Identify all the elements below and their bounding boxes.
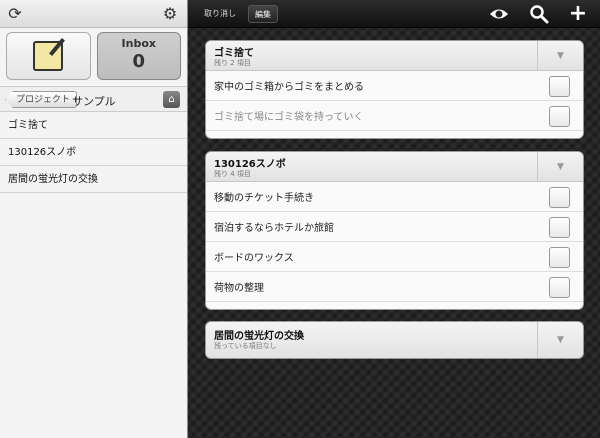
- inbox-count: 0: [132, 51, 146, 72]
- search-icon[interactable]: [528, 3, 550, 25]
- card-title: 130126スノボ: [214, 159, 286, 170]
- card-title: ゴミ捨て: [214, 48, 254, 59]
- task-checkbox[interactable]: [549, 76, 570, 97]
- task-card: 居間の蛍光灯の交換 残っている項目なし ▼: [205, 321, 584, 359]
- task-text: ゴミ捨て場にゴミ袋を持っていく: [214, 112, 364, 123]
- main-toolbar: 取り消し 編集 +: [188, 0, 600, 28]
- gear-icon[interactable]: ⚙: [160, 4, 180, 24]
- back-button[interactable]: プロジェクト: [5, 91, 78, 108]
- refresh-icon[interactable]: ⟳: [5, 4, 25, 24]
- task-row[interactable]: ボードのワックス: [206, 242, 583, 272]
- card-header[interactable]: ゴミ捨て 残り 2 項目 ▼: [206, 41, 583, 71]
- task-checkbox[interactable]: [549, 217, 570, 238]
- task-row[interactable]: 家中のゴミ箱からゴミをまとめる: [206, 71, 583, 101]
- project-title: サンプル: [72, 95, 116, 108]
- card-title: 居間の蛍光灯の交換: [214, 331, 304, 342]
- task-text: 宿泊するならホテルか旅館: [214, 223, 334, 234]
- card-subtitle: 残っている項目なし: [214, 342, 277, 350]
- task-row[interactable]: 宿泊するならホテルか旅館: [206, 212, 583, 242]
- chevron-down-icon[interactable]: ▼: [537, 322, 583, 358]
- task-checkbox[interactable]: [549, 277, 570, 298]
- compose-button[interactable]: [6, 32, 91, 80]
- task-checkbox[interactable]: [549, 247, 570, 268]
- inbox-label: Inbox: [121, 37, 156, 50]
- task-card: 130126スノボ 残り 4 項目 ▼ 移動のチケット手続き 宿泊するならホテル…: [205, 151, 584, 310]
- task-text: ボードのワックス: [214, 253, 294, 264]
- card-header[interactable]: 130126スノボ 残り 4 項目 ▼: [206, 152, 583, 182]
- task-row[interactable]: 移動のチケット手続き: [206, 182, 583, 212]
- chevron-down-icon[interactable]: ▼: [537, 41, 583, 71]
- chevron-down-icon[interactable]: ▼: [537, 152, 583, 182]
- task-row[interactable]: ゴミ捨て場にゴミ袋を持っていく: [206, 101, 583, 131]
- plus-icon[interactable]: +: [567, 3, 589, 25]
- sidebar-tiles: Inbox 0: [0, 28, 187, 84]
- main-panel: 取り消し 編集 + ゴミ捨て 残り 2 項目 ▼ 家中のゴミ箱からゴミをまとめる…: [188, 0, 600, 438]
- card-header[interactable]: 居間の蛍光灯の交換 残っている項目なし ▼: [206, 322, 583, 358]
- task-text: 家中のゴミ箱からゴミをまとめる: [214, 82, 364, 93]
- inbox-button[interactable]: Inbox 0: [96, 32, 181, 80]
- task-row[interactable]: 荷物の整理: [206, 272, 583, 302]
- card-subtitle: 残り 2 項目: [214, 59, 251, 67]
- card-subtitle: 残り 4 項目: [214, 170, 251, 178]
- project-item[interactable]: 130126スノボ: [0, 139, 187, 166]
- task-checkbox[interactable]: [549, 106, 570, 127]
- task-card: ゴミ捨て 残り 2 項目 ▼ 家中のゴミ箱からゴミをまとめる ゴミ捨て場にゴミ袋…: [205, 40, 584, 139]
- project-item[interactable]: 居間の蛍光灯の交換: [0, 166, 187, 193]
- edit-button[interactable]: 編集: [248, 5, 278, 23]
- compose-icon: [33, 41, 64, 71]
- eye-icon[interactable]: [488, 3, 510, 25]
- project-list: ゴミ捨て 130126スノボ 居間の蛍光灯の交換: [0, 112, 187, 193]
- home-icon[interactable]: ⌂: [163, 91, 180, 108]
- task-text: 移動のチケット手続き: [214, 193, 314, 204]
- sidebar: ⟳ ⚙ Inbox 0 プロジェクト サンプル ⌂ ゴミ捨て 130126スノボ…: [0, 0, 188, 438]
- task-checkbox[interactable]: [549, 187, 570, 208]
- project-header: プロジェクト サンプル ⌂: [0, 86, 187, 112]
- project-item[interactable]: ゴミ捨て: [0, 112, 187, 139]
- undo-button[interactable]: 取り消し: [198, 5, 242, 23]
- task-text: 荷物の整理: [214, 283, 264, 294]
- sidebar-toolbar: ⟳ ⚙: [0, 0, 187, 28]
